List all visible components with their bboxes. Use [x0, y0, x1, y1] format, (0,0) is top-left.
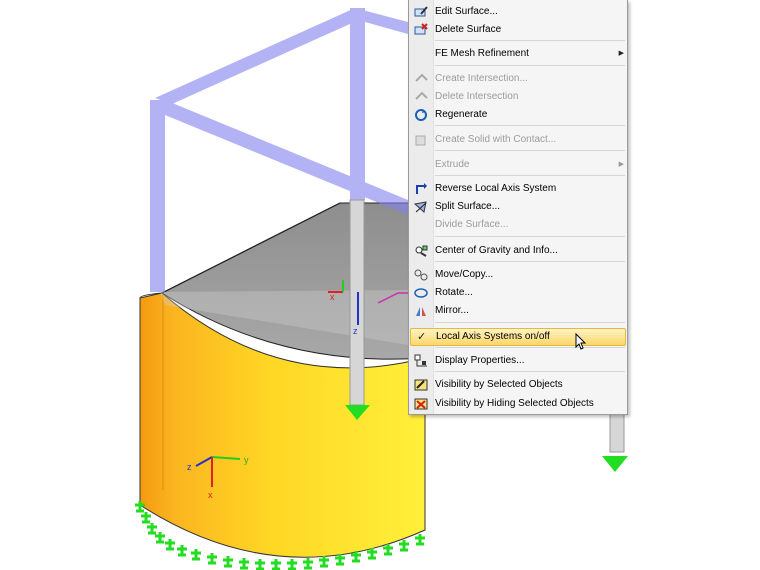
menu-item-delete-intersection[interactable]: Delete Intersection [409, 88, 627, 106]
regenerate-icon [415, 109, 427, 121]
menu-item-center-of-gravity-and-info[interactable]: Center of Gravity and Info... [409, 242, 627, 260]
line-support-icon [163, 537, 177, 551]
line-support-icon [221, 554, 235, 568]
menu-separator [435, 175, 625, 176]
menu-item-reverse-local-axis-system[interactable]: Reverse Local Axis System [409, 180, 627, 198]
line-support-icon [205, 551, 219, 565]
rotate-icon [414, 288, 428, 298]
line-support-icon [139, 510, 153, 524]
menu-item-label: Move/Copy... [435, 269, 494, 280]
line-support-icon [301, 556, 315, 570]
menu-item-rotate[interactable]: Rotate... [409, 284, 627, 302]
line-support-icon [317, 554, 331, 568]
axis-label-z: z [353, 326, 358, 336]
menu-item-label: Create Solid with Contact... [435, 134, 557, 145]
menu-item-visibility-by-selected-objects[interactable]: Visibility by Selected Objects [409, 376, 627, 394]
menu-item-label: Split Surface... [435, 201, 501, 212]
line-support-icon [269, 557, 283, 570]
line-support-icon [253, 557, 267, 570]
menu-item-label: Divide Surface... [435, 219, 509, 230]
menu-item-label: Visibility by Hiding Selected Objects [435, 398, 594, 409]
line-support-icon [413, 532, 427, 546]
menu-separator [435, 322, 625, 323]
menu-item-move-copy[interactable]: Move/Copy... [409, 266, 627, 284]
menu-item-divide-surface[interactable]: Divide Surface... [409, 216, 627, 234]
menu-item-label: FE Mesh Refinement [435, 48, 529, 59]
menu-item-label: Rotate... [435, 287, 473, 298]
model-viewport[interactable]: x z y z x [0, 0, 760, 570]
axis-label-x: x [330, 292, 335, 302]
right-column[interactable] [602, 413, 628, 472]
menu-item-fe-mesh-refinement[interactable]: FE Mesh Refinement ▶ [409, 45, 627, 63]
visibility-selected-icon [414, 379, 428, 391]
edit-surface-icon [414, 6, 428, 17]
menu-item-label: Delete Surface [435, 24, 502, 35]
line-support-icon [153, 530, 167, 544]
line-support-icon [145, 521, 159, 535]
delete-intersection-icon [415, 91, 428, 100]
axis-label-z2: z [187, 462, 192, 472]
context-menu: Edit Surface... Delete Surface FE Mesh Ref… [408, 0, 628, 415]
center-of-gravity-icon [415, 245, 428, 257]
split-surface-icon [414, 201, 427, 213]
menu-item-edit-surface[interactable]: Edit Surface... [409, 3, 627, 21]
line-support-icon [175, 543, 189, 557]
menu-separator [435, 371, 625, 372]
display-properties-icon [414, 354, 427, 367]
menu-separator [435, 236, 625, 237]
menu-item-mirror[interactable]: Mirror... [409, 302, 627, 320]
menu-item-label: Mirror... [435, 305, 469, 316]
menu-item-label: Display Properties... [435, 355, 525, 366]
reverse-axis-icon [416, 183, 427, 194]
submenu-arrow-icon: ▶ [618, 161, 624, 168]
frame-members[interactable] [150, 8, 408, 345]
menu-item-label: Local Axis Systems on/off [436, 331, 550, 342]
menu-item-label: Visibility by Selected Objects [435, 379, 563, 390]
menu-item-label: Delete Intersection [435, 91, 519, 102]
menu-separator [435, 65, 625, 66]
checkmark-icon: ✓ [417, 331, 427, 343]
menu-item-regenerate[interactable]: Regenerate [409, 106, 627, 124]
menu-item-create-intersection[interactable]: Create Intersection... [409, 70, 627, 88]
line-support-icon [237, 556, 251, 570]
axis-label-y: y [244, 455, 249, 465]
menu-separator [435, 347, 625, 348]
menu-item-local-axis-systems-on-off[interactable]: ✓ Local Axis Systems on/off [410, 328, 626, 346]
menu-item-label: Create Intersection... [435, 73, 528, 84]
menu-item-label: Regenerate [435, 109, 488, 120]
menu-item-label: Extrude [435, 159, 470, 170]
menu-item-label: Center of Gravity and Info... [435, 245, 558, 256]
delete-surface-icon [414, 23, 428, 35]
menu-item-create-solid-with-contact[interactable]: Create Solid with Contact... [409, 131, 627, 149]
menu-separator [435, 150, 625, 151]
menu-item-display-properties[interactable]: Display Properties... [409, 352, 627, 370]
menu-item-label: Edit Surface... [435, 6, 498, 17]
line-support-icon [285, 557, 299, 570]
menu-separator [435, 261, 625, 262]
menu-item-label: Reverse Local Axis System [435, 183, 557, 194]
line-support-icon [189, 547, 203, 561]
create-intersection-icon [415, 73, 428, 82]
mirror-icon [416, 307, 426, 316]
visibility-hiding-icon [414, 398, 428, 410]
create-solid-icon [415, 135, 426, 146]
menu-item-delete-surface[interactable]: Delete Surface [409, 21, 627, 39]
move-copy-icon [414, 269, 428, 281]
axis-label-x2: x [208, 490, 213, 500]
menu-item-split-surface[interactable]: Split Surface... [409, 198, 627, 216]
menu-separator [435, 125, 625, 126]
menu-item-extrude[interactable]: Extrude ▶ [409, 156, 627, 174]
mouse-cursor-icon [575, 333, 587, 350]
line-support-icon [397, 538, 411, 552]
menu-item-visibility-by-hiding-selected-objects[interactable]: Visibility by Hiding Selected Objects [409, 395, 627, 413]
submenu-arrow-icon: ▶ [618, 50, 624, 57]
menu-separator [435, 40, 625, 41]
